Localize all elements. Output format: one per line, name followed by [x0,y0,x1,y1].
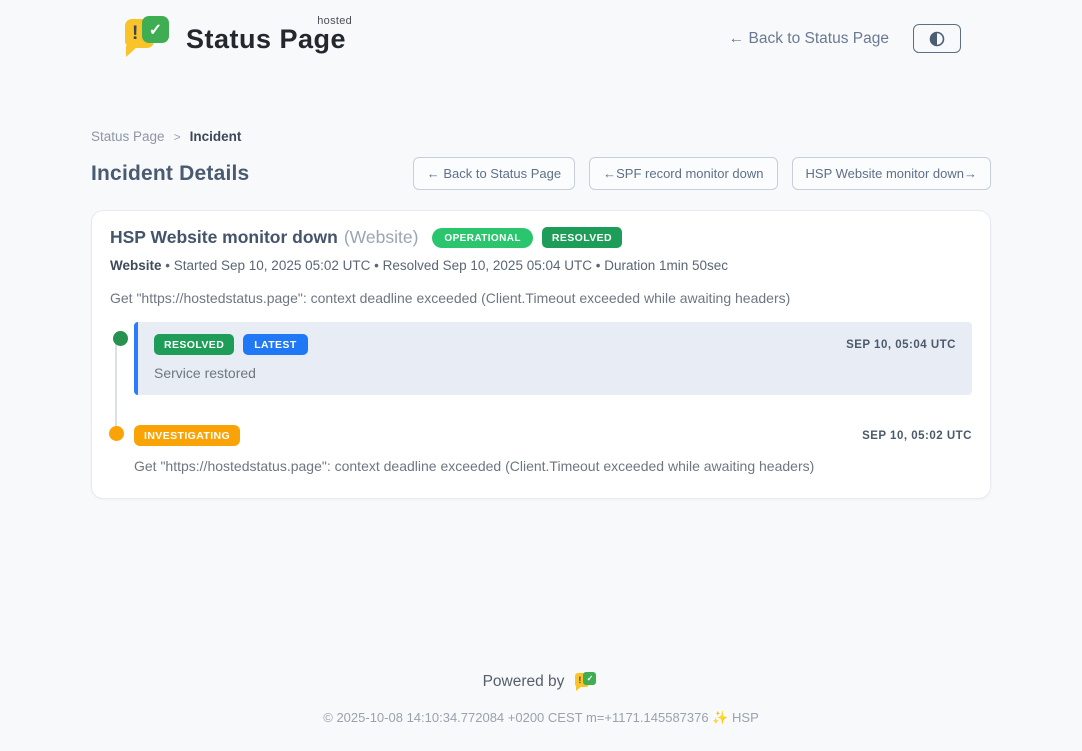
statuspage-mini-logo-icon [575,671,599,693]
breadcrumb-separator: > [174,130,181,144]
logo-bubble-tail [126,46,138,57]
copyright-text: © 2025-10-08 14:10:34.772084 +0200 CEST … [0,710,1082,726]
timeline-dot-investigating-icon [109,426,124,441]
statuspage-logo-icon [125,14,171,58]
statuspage-logo[interactable]: Status Page hosted [125,14,346,58]
timeline-entry-message: Service restored [154,365,956,381]
powered-by-label: Powered by [483,673,565,691]
incident-meta: Website • Started Sep 10, 2025 05:02 UTC… [110,258,972,273]
page-footer: Powered by © 2025-10-08 14:10:34.772084 … [0,671,1082,751]
page-header: Status Page hosted ← Back to Status Page [0,0,1082,58]
logo-checkmark-icon [142,16,169,43]
incident-meta-details: • Started Sep 10, 2025 05:02 UTC • Resol… [162,258,729,273]
timeline-latest-badge: LATEST [243,334,307,355]
timeline-entry-message: Get "https://hostedstatus.page": context… [134,458,972,474]
incident-title: HSP Website monitor down [110,227,338,248]
theme-toggle-button[interactable] [913,24,961,53]
timeline-entry-investigating: INVESTIGATING SEP 10, 05:02 UTC Get "htt… [134,425,972,474]
timeline-resolved-badge: RESOLVED [154,334,234,355]
timeline-entry-resolved: RESOLVED LATEST SEP 10, 05:04 UTC Servic… [134,322,972,395]
prev-incident-button[interactable]: ←SPF record monitor down [589,157,777,190]
timeline-entry-timestamp: SEP 10, 05:02 UTC [862,430,972,442]
breadcrumb-status-page-link[interactable]: Status Page [91,129,165,144]
resolved-status-badge: RESOLVED [542,227,622,248]
breadcrumb: Status Page > Incident [91,129,991,144]
incident-timeline: RESOLVED LATEST SEP 10, 05:04 UTC Servic… [110,322,972,474]
timeline-connector-line [115,339,117,431]
contrast-icon [928,30,946,48]
incident-meta-component: Website [110,258,162,273]
breadcrumb-incident: Incident [190,129,242,144]
back-to-status-page-button[interactable]: ← Back to Status Page [413,157,575,190]
next-incident-button[interactable]: HSP Website monitor down→ [792,157,991,190]
timeline-dot-resolved-icon [113,331,128,346]
incident-card: HSP Website monitor down (Website) OPERA… [91,210,991,499]
incident-nav-buttons: ← Back to Status Page ←SPF record monito… [413,157,991,190]
mini-bubble-tail [576,686,582,691]
timeline-investigating-badge: INVESTIGATING [134,425,240,446]
header-back-to-status-page-link[interactable]: ← Back to Status Page [729,30,889,48]
powered-by-link[interactable]: Powered by [0,671,1082,693]
page-title: Incident Details [91,162,249,186]
incident-description: Get "https://hostedstatus.page": context… [110,290,972,306]
timeline-entry-timestamp: SEP 10, 05:04 UTC [846,339,956,351]
logo-text: Status Page [186,24,346,54]
logo-hosted-tag: hosted [317,15,352,27]
incident-component: (Website) [344,227,419,248]
mini-checkmark-icon [583,672,596,685]
operational-status-badge: OPERATIONAL [432,228,532,248]
